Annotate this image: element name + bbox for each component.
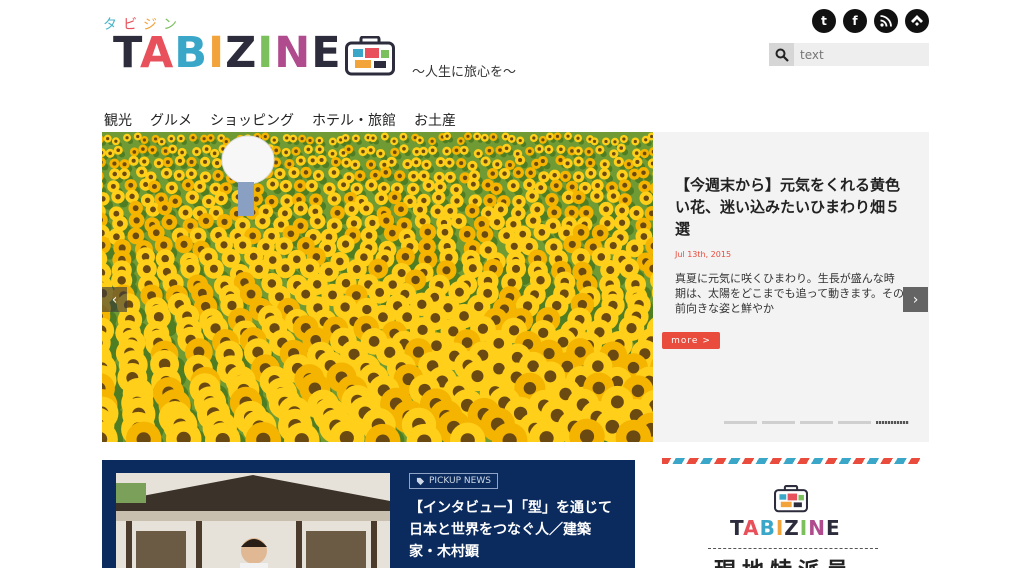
logo-letter: B: [174, 28, 209, 78]
site-logo[interactable]: TABIZINE: [113, 32, 342, 75]
slide-excerpt: 真夏に元気に咲くひまわり。生長が盛んな時期は、太陽をどこまでも追って動きます。そ…: [675, 272, 905, 315]
nav-item-shopping[interactable]: ショッピング: [210, 110, 294, 130]
divider: [708, 548, 878, 549]
facebook-glyph: f: [852, 14, 858, 28]
logo-letter: B: [759, 516, 776, 540]
slider-pagination: [724, 421, 909, 424]
chevron-left-icon: ‹: [111, 291, 118, 308]
pickup-title[interactable]: 【インタビュー】「型」を通じて日本と世界をつなぐ人／建築家・木村顕: [409, 497, 614, 563]
slider-dot[interactable]: [724, 421, 757, 424]
tag-icon: [416, 477, 425, 485]
logo-letter: T: [113, 28, 140, 78]
featured-slider: 【今週末から】元気をくれる黄色い花、迷い込みたいひまわり畑５選 Jul 13th…: [102, 132, 929, 442]
nav-item-gourmet[interactable]: グルメ: [150, 110, 192, 130]
twitter-glyph: t: [821, 14, 827, 28]
facebook-icon[interactable]: f: [843, 9, 867, 33]
nav-item-sightseeing[interactable]: 観光: [104, 110, 132, 130]
logo-letter: Z: [784, 516, 800, 540]
suitcase-icon: [774, 485, 808, 517]
pickup-badge-label: PICKUP NEWS: [429, 476, 491, 486]
logo-letter: Z: [225, 28, 258, 78]
nav-item-souvenir[interactable]: お土産: [414, 110, 456, 130]
pickup-news-card[interactable]: PICKUP NEWS 【インタビュー】「型」を通じて日本と世界をつなぐ人／建築…: [102, 460, 635, 568]
slide-title[interactable]: 【今週末から】元気をくれる黄色い花、迷い込みたいひまわり畑５選: [675, 174, 905, 240]
search-box: [769, 43, 929, 66]
sunflower-field-image: [102, 132, 653, 442]
logo-letter: I: [208, 28, 226, 78]
reporter-logo: TABIZINE: [730, 516, 841, 540]
more-button[interactable]: more >: [662, 332, 720, 349]
logo-letter: A: [140, 28, 175, 78]
search-icon: [775, 48, 789, 62]
slide-content: 【今週末から】元気をくれる黄色い花、迷い込みたいひまわり畑５選 Jul 13th…: [675, 174, 905, 316]
logo-letter: I: [775, 516, 785, 540]
slider-dot[interactable]: [838, 421, 871, 424]
social-links: t f: [812, 9, 929, 33]
logo-letter: E: [826, 516, 841, 540]
slider-dot[interactable]: [876, 421, 909, 424]
slider-prev-button[interactable]: ‹: [102, 287, 127, 312]
slider-next-button[interactable]: ›: [903, 287, 928, 312]
logo-letter: I: [257, 28, 275, 78]
main-nav: 観光 グルメ ショッピング ホテル・旅館 お土産: [104, 110, 456, 130]
feedly-icon[interactable]: [905, 9, 929, 33]
logo-letter: I: [799, 516, 809, 540]
logo-letter: N: [274, 28, 312, 78]
building-photo: [116, 473, 390, 568]
logo-letter: N: [808, 516, 826, 540]
slider-dot[interactable]: [800, 421, 833, 424]
nav-item-hotel[interactable]: ホテル・旅館: [312, 110, 396, 130]
pickup-photo[interactable]: [116, 473, 390, 568]
chevron-right-icon: ›: [912, 291, 919, 308]
search-button[interactable]: [769, 43, 794, 66]
rss-icon[interactable]: [874, 9, 898, 33]
twitter-icon[interactable]: t: [812, 9, 836, 33]
logo-letter: E: [311, 28, 342, 78]
feedly-glyph: [911, 15, 923, 26]
search-input[interactable]: [794, 43, 929, 66]
slide-date: Jul 13th, 2015: [675, 250, 732, 259]
reporter-heading: 現地特派員: [714, 553, 854, 568]
airmail-stripe: [662, 458, 920, 464]
slider-dot[interactable]: [762, 421, 795, 424]
site-tagline: 〜人生に旅心を〜: [412, 65, 517, 80]
slide-image[interactable]: [102, 132, 653, 442]
suitcase-icon: [345, 35, 395, 80]
rss-glyph: [880, 15, 892, 27]
logo-letter: A: [743, 516, 760, 540]
pickup-badge: PICKUP NEWS: [409, 473, 498, 489]
reporter-banner[interactable]: TABIZINE 現地特派員: [662, 458, 920, 568]
logo-letter: T: [730, 516, 744, 540]
